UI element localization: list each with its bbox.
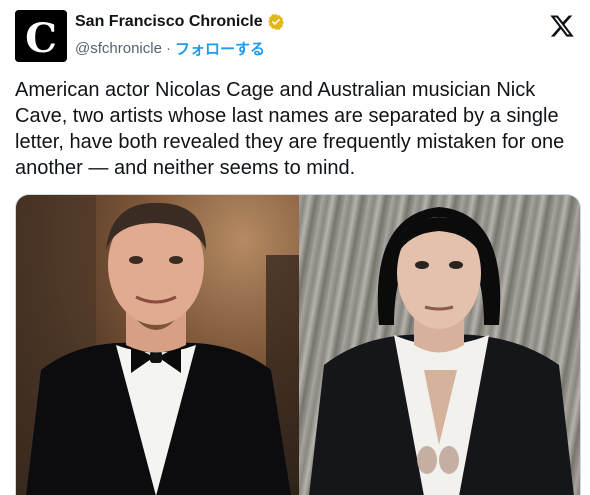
photo-nicolas-cage[interactable] <box>16 195 299 495</box>
portrait-right-illustration <box>309 207 574 495</box>
photo-nick-cave[interactable] <box>299 195 580 495</box>
avatar[interactable]: C <box>15 10 67 62</box>
svg-text:C: C <box>25 15 57 62</box>
name-row: San Francisco Chronicle <box>75 13 285 31</box>
handle[interactable]: @sfchronicle <box>75 40 162 57</box>
separator: · <box>165 40 171 57</box>
handle-row: @sfchronicle · フォローする <box>75 38 265 59</box>
portrait-left-illustration <box>16 195 299 495</box>
display-name[interactable]: San Francisco Chronicle <box>75 13 263 31</box>
verified-badge-icon <box>267 14 284 30</box>
tweet-header: C San Francisco Chronicle @sfchronicle ·… <box>15 10 580 64</box>
tweet-text: American actor Nicolas Cage and Australi… <box>15 79 565 179</box>
media-grid[interactable] <box>15 194 581 495</box>
x-logo-icon[interactable] <box>549 13 575 39</box>
follow-button[interactable]: フォローする <box>175 38 265 59</box>
chronicle-logo-icon: C <box>15 10 67 62</box>
